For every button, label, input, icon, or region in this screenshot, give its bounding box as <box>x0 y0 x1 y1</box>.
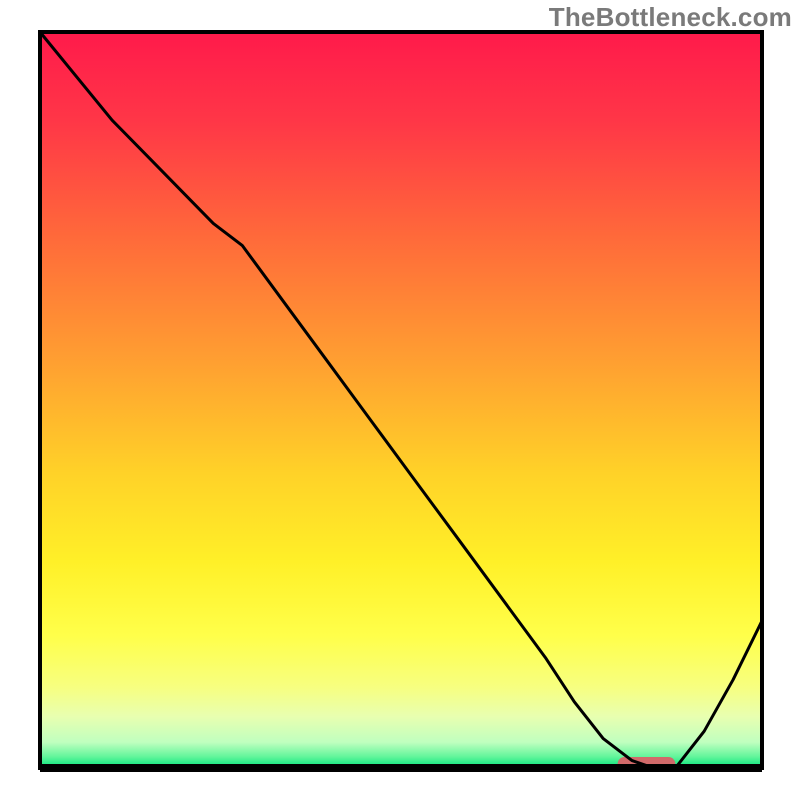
watermark-text: TheBottleneck.com <box>549 2 792 33</box>
chart-frame: TheBottleneck.com <box>0 0 800 800</box>
gradient-background <box>40 32 762 768</box>
bottleneck-chart <box>0 0 800 800</box>
